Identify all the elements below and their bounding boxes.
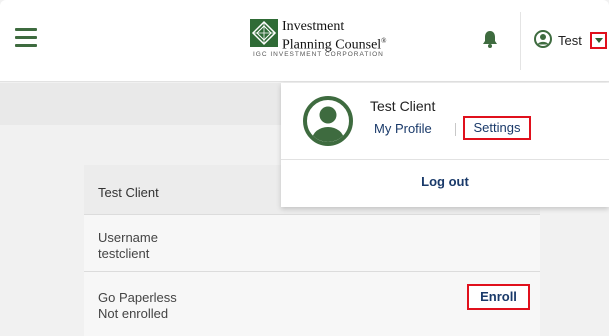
avatar-icon	[303, 96, 353, 146]
user-dropdown-menu: Test Client My Profile Settings Log out	[281, 83, 609, 207]
card-title: Test Client	[98, 185, 159, 200]
username-value: testclient	[98, 246, 150, 261]
page: Investment Planning Counsel® IGC INVESTM…	[0, 0, 609, 336]
logo-text-line2: Planning Counsel®	[282, 37, 387, 53]
dropdown-user-name: Test Client	[370, 98, 436, 114]
dropdown-divider	[281, 159, 609, 160]
username-row: Username testclient	[84, 215, 540, 272]
logo-mark-icon	[250, 19, 278, 47]
paperless-label: Go Paperless	[98, 290, 177, 305]
paperless-row: Go Paperless Not enrolled Enroll	[84, 272, 540, 336]
bell-icon[interactable]	[482, 30, 498, 48]
user-circle-icon[interactable]	[534, 30, 552, 48]
settings-link[interactable]: Settings	[463, 116, 531, 140]
hamburger-icon[interactable]	[15, 28, 37, 48]
logo-text-line1: Investment	[282, 19, 345, 34]
user-short-name[interactable]: Test	[558, 33, 582, 48]
paperless-status: Not enrolled	[98, 306, 169, 321]
logout-link[interactable]: Log out	[281, 174, 609, 189]
header-divider	[520, 12, 521, 70]
logo-tagline: IGC INVESTMENT CORPORATION	[253, 51, 384, 58]
caret-down-icon[interactable]	[590, 32, 607, 49]
top-header: Investment Planning Counsel® IGC INVESTM…	[0, 0, 609, 82]
enroll-button[interactable]: Enroll	[467, 284, 530, 310]
username-label: Username	[98, 230, 158, 245]
link-separator	[455, 123, 456, 136]
my-profile-link[interactable]: My Profile	[374, 121, 432, 136]
brand-logo[interactable]: Investment Planning Counsel® IGC INVESTM…	[250, 18, 400, 62]
